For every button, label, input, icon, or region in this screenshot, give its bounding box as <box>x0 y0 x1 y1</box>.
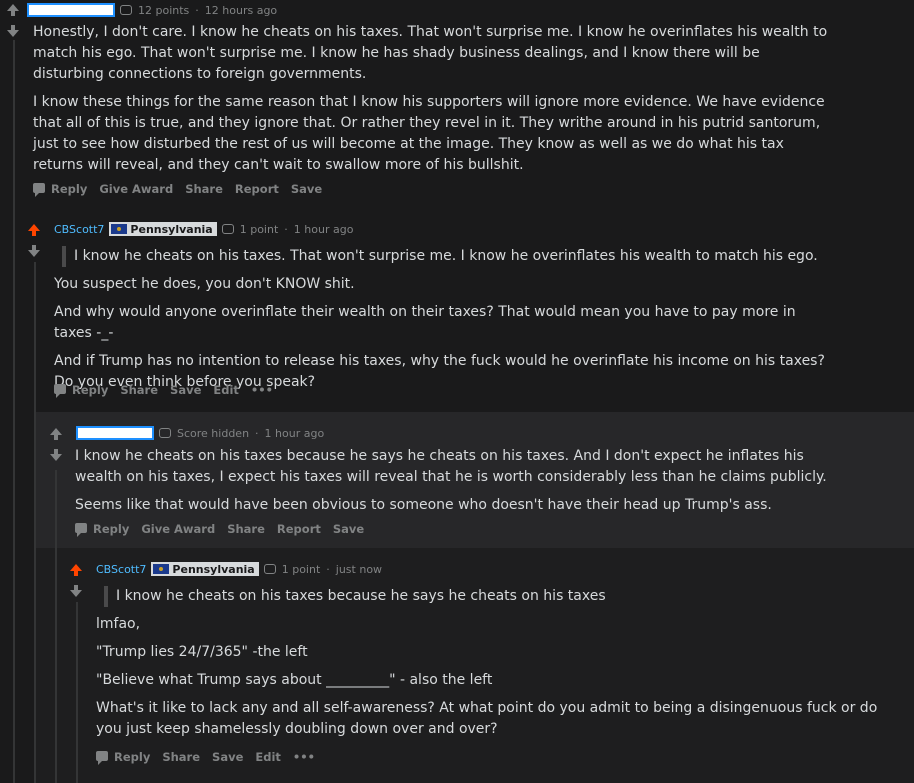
save-button[interactable]: Save <box>212 750 243 764</box>
separator-dot: · <box>284 222 288 236</box>
reply-icon <box>96 751 108 765</box>
share-button[interactable]: Share <box>185 182 223 196</box>
chat-icon <box>120 5 132 15</box>
blockquote: I know he cheats on his taxes. That won'… <box>62 246 834 267</box>
score: 1 point <box>239 222 279 236</box>
author-link[interactable]: CBScott7 <box>54 223 104 236</box>
blockquote: I know he cheats on his taxes because he… <box>104 586 886 607</box>
reply-button[interactable]: Reply <box>54 383 108 398</box>
comment-paragraph: I know these things for the same reason … <box>33 94 825 173</box>
redacted-username[interactable] <box>76 426 154 440</box>
upvote-icon[interactable] <box>48 426 64 442</box>
more-options-button[interactable]: ••• <box>293 750 315 764</box>
user-flair: Pennsylvania <box>151 562 259 576</box>
vote-column <box>26 222 46 259</box>
vote-column <box>5 2 25 39</box>
share-button[interactable]: Share <box>227 522 265 536</box>
comment-actions: Reply Share Save Edit ••• <box>96 750 327 765</box>
give-award-button[interactable]: Give Award <box>99 182 173 196</box>
comment-meta: 12 points · 12 hours ago <box>27 3 277 17</box>
comment-body: I know he cheats on his taxes. That won'… <box>54 246 834 393</box>
user-flair: Pennsylvania <box>109 222 217 236</box>
reply-icon <box>33 183 45 197</box>
save-button[interactable]: Save <box>291 182 322 196</box>
share-button[interactable]: Share <box>162 750 200 764</box>
timestamp[interactable]: just now <box>336 563 382 576</box>
comment-paragraph: And why would anyone overinflate their w… <box>54 304 796 341</box>
comment-paragraph: What's it like to lack any and all self-… <box>96 700 878 737</box>
score: Score hidden <box>177 426 250 440</box>
more-options-button[interactable]: ••• <box>251 383 273 397</box>
reply-icon <box>75 523 87 537</box>
timestamp[interactable]: 1 hour ago <box>294 223 354 236</box>
report-button[interactable]: Report <box>277 522 321 536</box>
downvote-icon[interactable] <box>26 243 42 259</box>
separator-dot: · <box>195 3 199 17</box>
comment-meta: CBScott7 Pennsylvania 1 point · just now <box>96 562 382 576</box>
comment-meta: CBScott7 Pennsylvania 1 point · 1 hour a… <box>54 222 353 236</box>
upvote-icon[interactable] <box>68 562 84 578</box>
thread-line[interactable] <box>13 40 15 783</box>
save-button[interactable]: Save <box>170 383 201 397</box>
comment-paragraph: Honestly, I don't care. I know he cheats… <box>33 24 828 82</box>
report-button[interactable]: Report <box>235 182 279 196</box>
comment-meta: Score hidden · 1 hour ago <box>76 426 324 440</box>
comment-actions: Reply Give Award Share Report Save <box>75 522 376 537</box>
vote-column <box>68 562 88 599</box>
thread-line[interactable] <box>76 602 78 783</box>
reply-button[interactable]: Reply <box>96 750 150 765</box>
comment-paragraph: Seems like that would have been obvious … <box>75 497 772 513</box>
comment-actions: Reply Give Award Share Report Save <box>33 182 334 197</box>
thread-line[interactable] <box>34 262 36 783</box>
reply-button[interactable]: Reply <box>33 182 87 197</box>
upvote-icon[interactable] <box>5 2 21 18</box>
score: 12 points <box>138 3 190 17</box>
comment-actions: Reply Share Save Edit ••• <box>54 383 285 398</box>
author-link[interactable]: CBScott7 <box>96 563 146 576</box>
edit-button[interactable]: Edit <box>213 383 239 397</box>
chat-icon <box>263 564 276 574</box>
separator-dot: · <box>255 426 259 440</box>
downvote-icon[interactable] <box>48 447 64 463</box>
share-button[interactable]: Share <box>120 383 158 397</box>
comment-body: Honestly, I don't care. I know he cheats… <box>33 22 833 176</box>
reply-icon <box>54 384 66 398</box>
separator-dot: · <box>326 562 330 576</box>
reply-button[interactable]: Reply <box>75 522 129 537</box>
comment-body: I know he cheats on his taxes because he… <box>75 446 855 516</box>
thread-line[interactable] <box>55 470 57 783</box>
comment-paragraph: "Trump lies 24/7/365" -the left <box>96 644 308 660</box>
downvote-icon[interactable] <box>68 583 84 599</box>
comment-paragraph: You suspect he does, you don't KNOW shit… <box>54 276 355 292</box>
comment-paragraph: I know he cheats on his taxes because he… <box>75 448 827 485</box>
upvote-icon[interactable] <box>26 222 42 238</box>
flag-icon <box>153 564 170 574</box>
downvote-icon[interactable] <box>5 23 21 39</box>
timestamp[interactable]: 12 hours ago <box>205 4 277 17</box>
edit-button[interactable]: Edit <box>255 750 281 764</box>
comment-paragraph: lmfao, <box>96 616 141 632</box>
save-button[interactable]: Save <box>333 522 364 536</box>
chat-icon <box>159 428 171 438</box>
redacted-username[interactable] <box>27 3 115 17</box>
vote-column <box>48 426 68 463</box>
give-award-button[interactable]: Give Award <box>141 522 215 536</box>
comment-paragraph: "Believe what Trump says about _________… <box>96 672 493 688</box>
comment-body: I know he cheats on his taxes because he… <box>96 586 886 740</box>
score: 1 point <box>281 562 321 576</box>
flag-icon <box>111 224 128 234</box>
chat-icon <box>221 224 234 234</box>
timestamp[interactable]: 1 hour ago <box>265 427 325 440</box>
